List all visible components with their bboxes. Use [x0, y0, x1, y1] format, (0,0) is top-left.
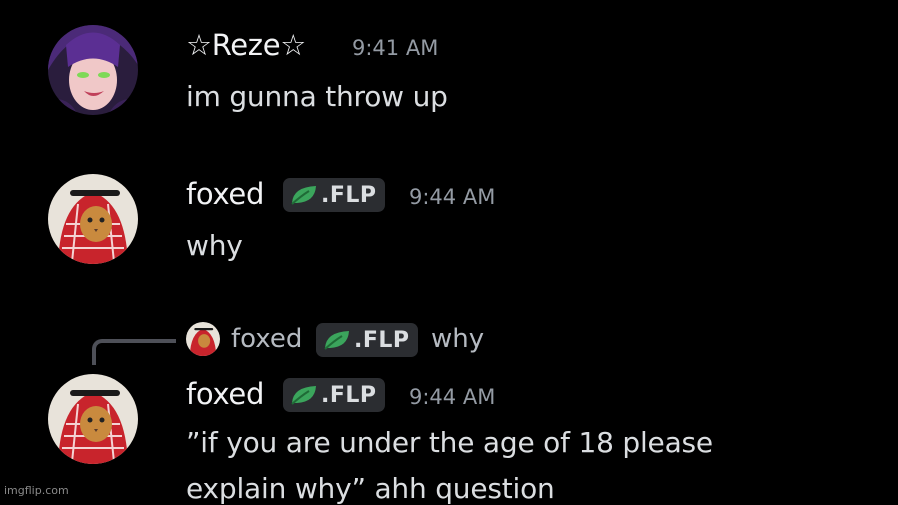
- timestamp[interactable]: 9:41 AM: [352, 36, 438, 60]
- avatar[interactable]: [48, 25, 138, 115]
- message-text-line-2: explain why” ahh question: [186, 472, 555, 505]
- leaf-icon: [324, 331, 349, 350]
- server-tag[interactable]: .FLP: [283, 378, 385, 412]
- timestamp[interactable]: 9:44 AM: [409, 185, 495, 209]
- avatar[interactable]: [48, 174, 138, 264]
- username[interactable]: foxed: [186, 377, 264, 411]
- tag-label: .FLP: [354, 327, 410, 353]
- message-text: im gunna throw up: [186, 80, 448, 113]
- tag-label: .FLP: [321, 382, 377, 408]
- reply-server-tag[interactable]: .FLP: [316, 323, 418, 357]
- username[interactable]: foxed: [186, 177, 264, 211]
- anime-girl-avatar: [48, 25, 138, 115]
- avatar[interactable]: [48, 374, 138, 464]
- message-text: why: [186, 229, 243, 262]
- leaf-icon: [291, 386, 316, 405]
- leaf-icon: [291, 186, 316, 205]
- username[interactable]: ☆Reze☆: [186, 28, 306, 62]
- cat-keffiyeh-avatar: [186, 322, 220, 356]
- timestamp[interactable]: 9:44 AM: [409, 385, 495, 409]
- watermark: imgflip.com: [4, 484, 69, 497]
- reply-text[interactable]: why: [431, 324, 484, 354]
- reply-username[interactable]: foxed: [231, 324, 302, 354]
- tag-label: .FLP: [321, 182, 377, 208]
- cat-keffiyeh-avatar: [48, 174, 138, 264]
- reply-spine: [92, 339, 176, 365]
- message-text-line-1: ”if you are under the age of 18 please: [186, 426, 713, 459]
- cat-keffiyeh-avatar: [48, 374, 138, 464]
- reply-avatar[interactable]: [186, 322, 220, 356]
- server-tag[interactable]: .FLP: [283, 178, 385, 212]
